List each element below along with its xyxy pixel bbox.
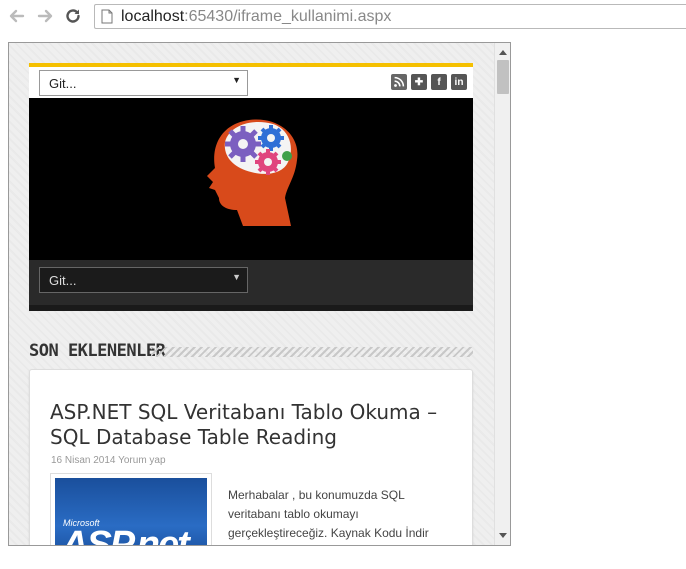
url-port: :65430	[184, 8, 234, 25]
post-title[interactable]: ASP.NET SQL Veritabanı Tablo Okuma – SQL…	[50, 400, 460, 450]
reload-button[interactable]	[62, 5, 84, 27]
linkedin-icon[interactable]: in	[451, 74, 467, 90]
iframe-scrollbar[interactable]	[494, 43, 510, 545]
address-bar[interactable]: localhost:65430/iframe_kullanimi.aspx	[94, 4, 686, 29]
header-navbar: Git... ▼	[29, 260, 473, 311]
hero-banner	[29, 98, 473, 260]
nav-select-bottom-value: Git...	[49, 273, 77, 288]
browser-toolbar: localhost:65430/iframe_kullanimi.aspx	[0, 0, 686, 34]
nav-select-bottom[interactable]: Git... ▼	[39, 267, 248, 293]
nav-select-top-value: Git...	[49, 76, 77, 91]
caret-down-icon	[499, 533, 507, 538]
thumb-text: ASP.net	[61, 524, 190, 546]
iframe-content: Git... ▼ ✚ f in Git... ▼ SON EKLENENLER …	[9, 43, 495, 546]
url-host: localhost	[121, 8, 185, 25]
scroll-thumb[interactable]	[497, 60, 509, 94]
scroll-down-button[interactable]	[495, 529, 510, 543]
header-topbar: Git... ▼ ✚ f in	[29, 67, 473, 98]
back-arrow-icon	[9, 9, 25, 23]
iframe-frame: Git... ▼ ✚ f in Git... ▼ SON EKLENENLER …	[8, 42, 511, 546]
facebook-icon[interactable]: f	[431, 74, 447, 90]
reload-icon	[66, 9, 80, 23]
section-title: SON EKLENENLER	[29, 341, 166, 361]
aspnet-logo-image: Microsoft ASP.net	[55, 478, 207, 546]
site-header: Git... ▼ ✚ f in Git... ▼	[29, 63, 473, 311]
forward-arrow-icon	[37, 9, 53, 23]
plus-icon[interactable]: ✚	[411, 74, 427, 90]
post-meta: 16 Nisan 2014 Yorum yap	[51, 455, 166, 466]
post-comment-link[interactable]: Yorum yap	[118, 455, 165, 466]
forward-button[interactable]	[34, 5, 56, 27]
scroll-up-button[interactable]	[495, 45, 510, 59]
dropdown-arrow-icon: ▼	[232, 75, 241, 85]
gear-icon	[225, 126, 261, 162]
post-excerpt: Merhabalar , bu konumuzda SQL veritabanı…	[228, 488, 429, 540]
post-thumbnail[interactable]: Microsoft ASP.net	[50, 473, 212, 546]
nav-select-top[interactable]: Git... ▼	[39, 70, 248, 96]
rss-icon[interactable]	[391, 74, 407, 90]
dropdown-arrow-icon: ▼	[232, 272, 241, 282]
back-button[interactable]	[6, 5, 28, 27]
caret-up-icon	[499, 50, 507, 55]
post-card: ASP.NET SQL Veritabanı Tablo Okuma – SQL…	[29, 369, 473, 546]
page-icon	[101, 9, 113, 24]
url-path: /iframe_kullanimi.aspx	[233, 8, 392, 25]
brain-gears-logo	[207, 119, 298, 226]
url-text: localhost:65430/iframe_kullanimi.aspx	[121, 7, 391, 26]
section-divider	[151, 347, 473, 357]
post-date: 16 Nisan 2014	[51, 455, 116, 466]
